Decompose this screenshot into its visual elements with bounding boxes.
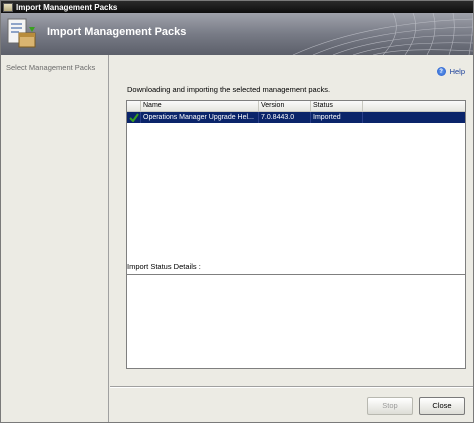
window-icon [3, 2, 13, 12]
list-header: Name Version Status [127, 101, 465, 112]
title-bar[interactable]: Import Management Packs [1, 1, 473, 13]
column-header-status-icon[interactable] [127, 101, 141, 112]
column-header-version[interactable]: Version [259, 101, 311, 112]
table-row[interactable]: Operations Manager Upgrade Hel... 7.0.84… [127, 112, 465, 123]
wizard-main-pane: ? Help Downloading and importing the sel… [110, 55, 473, 422]
progress-description: Downloading and importing the selected m… [127, 85, 331, 94]
row-name: Operations Manager Upgrade Hel... [141, 112, 259, 123]
import-status-details-label: Import Status Details : [127, 262, 201, 271]
close-button[interactable]: Close [419, 397, 465, 415]
row-status: Imported [311, 112, 363, 123]
column-header-name[interactable]: Name [141, 101, 259, 112]
wizard-banner: Import Management Packs [1, 13, 473, 55]
wizard-steps-pane: Select Management Packs [1, 55, 109, 422]
button-separator [110, 386, 473, 388]
step-select-management-packs[interactable]: Select Management Packs [6, 63, 95, 72]
row-filler [363, 112, 465, 123]
column-header-filler [363, 101, 465, 112]
window-title: Import Management Packs [16, 2, 118, 12]
checkmark-icon [128, 113, 139, 122]
row-version: 7.0.8443.0 [259, 112, 311, 123]
help-link[interactable]: ? Help [436, 67, 465, 76]
import-status-details-box[interactable] [126, 274, 466, 369]
row-status-cell [127, 112, 141, 123]
banner-title: Import Management Packs [47, 26, 187, 38]
banner-mesh-graphic [292, 13, 473, 55]
stop-button[interactable]: Stop [367, 397, 413, 415]
help-label: Help [449, 67, 465, 76]
import-management-pack-icon [7, 18, 36, 48]
import-management-packs-window: Import Management Packs Import Managemen… [0, 0, 474, 423]
column-header-status[interactable]: Status [311, 101, 363, 112]
help-icon: ? [436, 67, 446, 76]
